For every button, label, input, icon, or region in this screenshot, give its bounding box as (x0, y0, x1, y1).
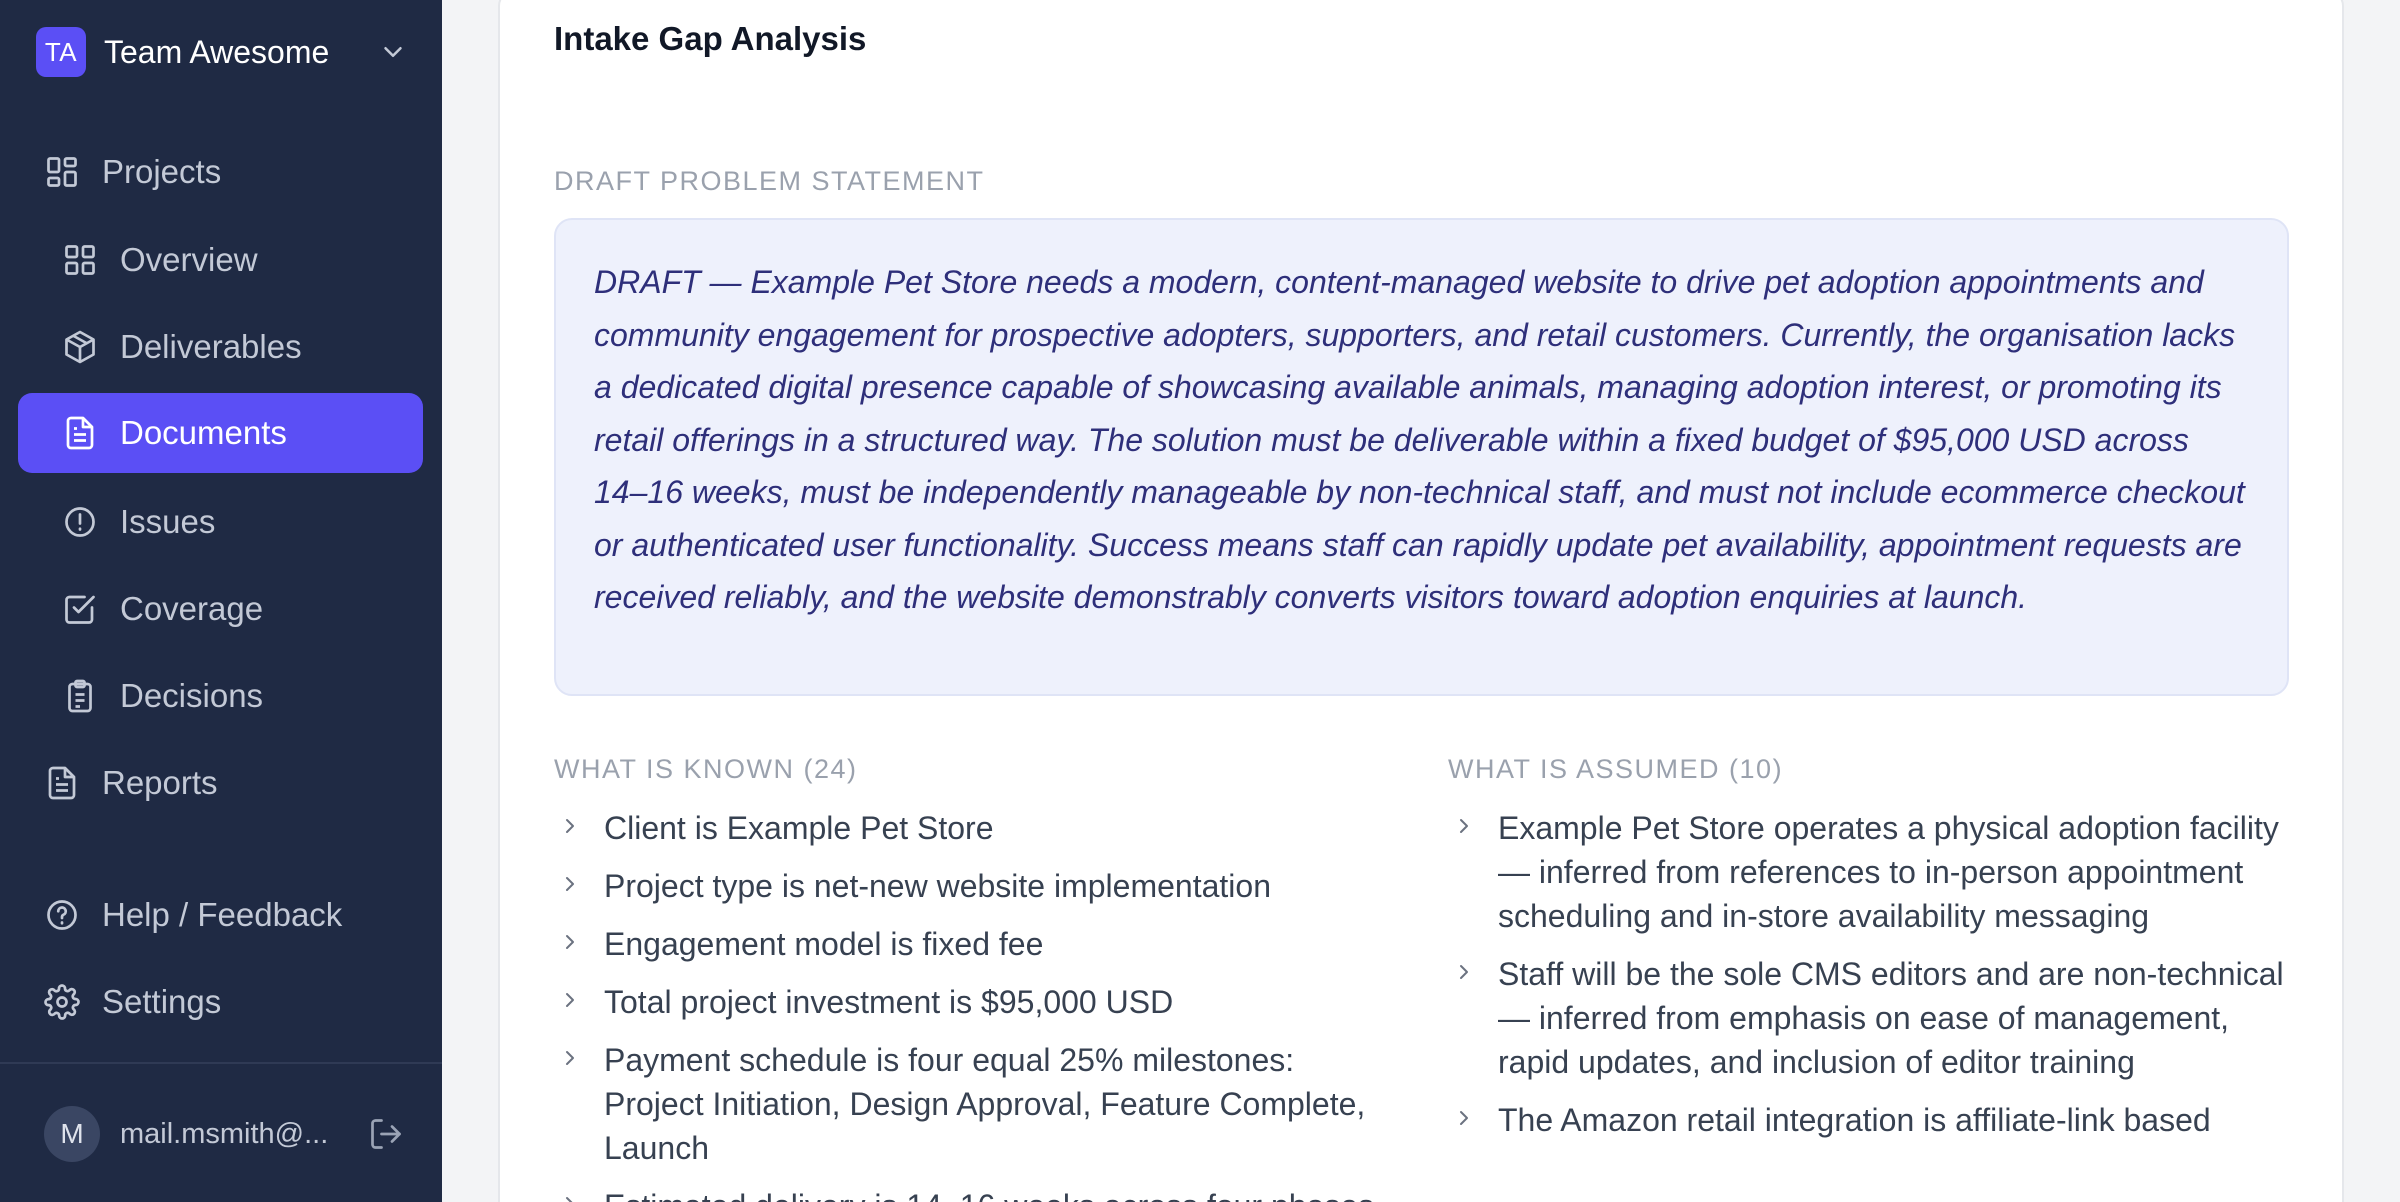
team-switcher[interactable]: TA Team Awesome (36, 26, 408, 78)
chevron-right-icon (566, 1197, 573, 1202)
user-row: M mail.msmith@... (44, 1104, 404, 1164)
list-item[interactable]: Project type is net-new website implemen… (554, 864, 1394, 908)
sidebar: TA Team Awesome Projects Overview Delive… (0, 0, 442, 1202)
chevron-right-icon (1460, 819, 1468, 833)
grid-icon (47, 157, 77, 187)
list-item-text: Estimated delivery is 14–16 weeks across… (604, 1188, 1374, 1202)
assumed-list-column: Example Pet Store operates a physical ad… (1448, 806, 2290, 1156)
nav-deliverables[interactable]: Deliverables (62, 307, 424, 387)
list-item[interactable]: Estimated delivery is 14–16 weeks across… (554, 1184, 1394, 1202)
list-item[interactable]: Payment schedule is four equal 25% miles… (554, 1038, 1394, 1170)
team-avatar: TA (36, 27, 86, 77)
user-email: mail.msmith@... (120, 1117, 329, 1150)
list-item-text: Total project investment is $95,000 USD (604, 984, 1174, 1020)
list-item[interactable]: Engagement model is fixed fee (554, 922, 1394, 966)
known-list: Client is Example Pet Store Project type… (554, 806, 1394, 1202)
team-name: Team Awesome (104, 33, 330, 70)
logout-icon[interactable] (368, 1116, 404, 1152)
avatar: M (44, 1106, 100, 1162)
list-item[interactable]: Staff will be the sole CMS editors and a… (1448, 952, 2290, 1084)
grid-icon (65, 245, 95, 275)
list-item[interactable]: Total project investment is $95,000 USD (554, 980, 1394, 1024)
nav-decisions-label: Decisions (120, 677, 264, 714)
sidebar-divider (0, 1062, 442, 1064)
alert-circle-icon (65, 507, 95, 537)
known-section-label: WHAT IS KNOWN (24) (554, 754, 858, 784)
nav-reports-label: Reports (102, 764, 218, 801)
list-item[interactable]: Client is Example Pet Store (554, 806, 1394, 850)
nav-coverage-label: Coverage (120, 590, 264, 627)
list-item[interactable]: The Amazon retail integration is affilia… (1448, 1098, 2290, 1142)
document-icon (66, 416, 94, 450)
package-icon (65, 330, 95, 364)
nav-settings-label: Settings (102, 983, 222, 1020)
gear-icon (44, 984, 80, 1020)
nav-issues-label: Issues (120, 503, 216, 540)
page-title: Intake Gap Analysis (554, 20, 867, 57)
assumed-section-label: WHAT IS ASSUMED (10) (1448, 754, 1784, 784)
nav-help[interactable]: Help / Feedback (44, 875, 424, 955)
known-list-column: Client is Example Pet Store Project type… (554, 806, 1394, 1202)
clipboard-icon (68, 679, 92, 713)
chevron-right-icon (566, 877, 574, 891)
list-item-text: Payment schedule is four equal 25% miles… (604, 1042, 1366, 1166)
nav-overview-label: Overview (120, 241, 258, 278)
chevron-down-icon (384, 47, 402, 57)
chevron-right-icon (566, 1051, 574, 1065)
nav-settings[interactable]: Settings (44, 962, 424, 1042)
list-item-text: The Amazon retail integration is affilia… (1498, 1102, 2211, 1138)
nav-projects-label: Projects (102, 153, 222, 190)
nav-deliverables-label: Deliverables (120, 328, 302, 365)
problem-statement-box: DRAFT — Example Pet Store needs a modern… (554, 218, 2289, 696)
chevron-right-icon (566, 935, 574, 949)
nav-documents-label: Documents (120, 414, 287, 451)
nav-projects[interactable]: Projects (44, 132, 424, 212)
list-item-text: Engagement model is fixed fee (604, 926, 1044, 962)
nav-overview[interactable]: Overview (62, 220, 424, 300)
nav-coverage[interactable]: Coverage (62, 569, 424, 649)
chevron-right-icon (1460, 965, 1468, 979)
report-icon (48, 766, 76, 800)
checkbox-icon (65, 595, 95, 624)
chevron-right-icon (566, 993, 574, 1007)
list-item-text: Client is Example Pet Store (604, 810, 994, 846)
chevron-right-icon (566, 819, 574, 833)
nav-reports[interactable]: Reports (44, 743, 424, 823)
nav-documents[interactable]: Documents (18, 393, 423, 473)
list-item-text: Staff will be the sole CMS editors and a… (1498, 956, 2284, 1080)
help-circle-icon (47, 900, 77, 930)
chevron-right-icon (1460, 1111, 1468, 1125)
list-item-text: Project type is net-new website implemen… (604, 868, 1271, 904)
nav-issues[interactable]: Issues (62, 482, 424, 562)
nav-help-label: Help / Feedback (102, 896, 343, 933)
problem-statement-label: DRAFT PROBLEM STATEMENT (554, 166, 985, 196)
list-item-text: Example Pet Store operates a physical ad… (1498, 810, 2279, 934)
list-item[interactable]: Example Pet Store operates a physical ad… (1448, 806, 2290, 938)
nav-decisions[interactable]: Decisions (62, 656, 424, 736)
assumed-list: Example Pet Store operates a physical ad… (1448, 806, 2290, 1142)
